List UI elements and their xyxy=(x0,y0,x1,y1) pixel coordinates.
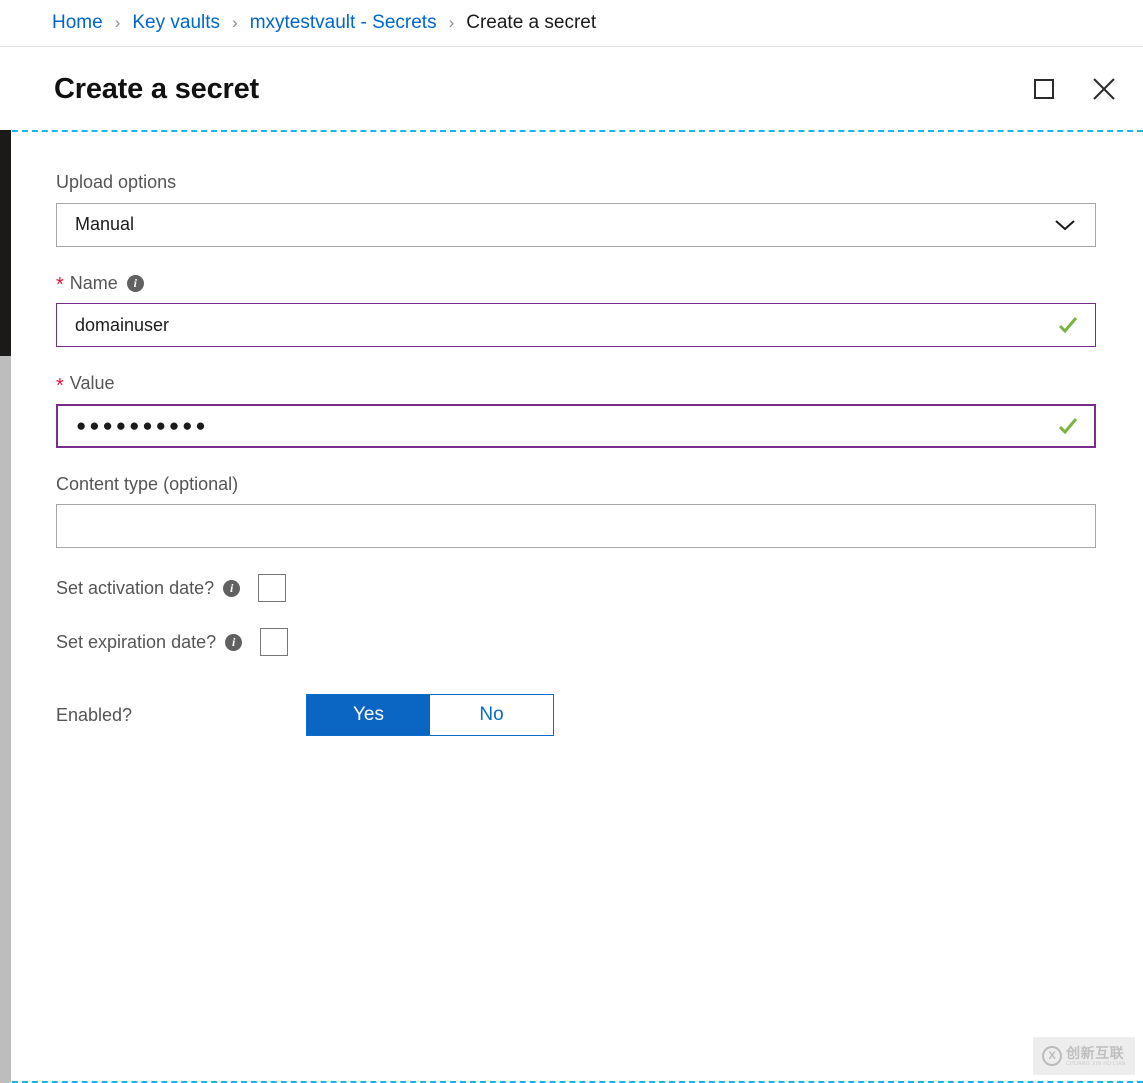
breadcrumb-separator: › xyxy=(448,13,455,32)
breadcrumb-item-key-vaults[interactable]: Key vaults xyxy=(132,12,220,34)
field-content-type: Content type (optional) xyxy=(56,474,1096,549)
required-indicator: * xyxy=(56,374,64,397)
name-input-wrap xyxy=(56,303,1096,348)
breadcrumb-item-current: Create a secret xyxy=(466,12,597,33)
page-title: Create a secret xyxy=(54,72,259,105)
value-input[interactable] xyxy=(56,403,1096,448)
breadcrumb-item-mxytestvault-secrets[interactable]: mxytestvault - Secrets xyxy=(250,12,437,34)
blade-header-actions xyxy=(1027,72,1121,106)
watermark-text-cn: 创新互联 xyxy=(1066,1044,1125,1061)
breadcrumb-item-home[interactable]: Home xyxy=(52,12,103,34)
set-expiration-date-label: Set expiration date? i xyxy=(56,631,243,653)
maximize-icon xyxy=(1034,79,1054,99)
maximize-button[interactable] xyxy=(1027,72,1061,106)
set-expiration-date-checkbox[interactable] xyxy=(260,628,289,657)
vertical-scrollbar[interactable] xyxy=(0,356,11,1083)
content-type-input-wrap xyxy=(56,504,1096,549)
required-indicator: * xyxy=(56,274,64,297)
info-icon[interactable]: i xyxy=(126,274,144,292)
close-button[interactable] xyxy=(1087,72,1121,106)
blade-header: Create a secret xyxy=(0,46,1143,131)
row-set-activation-date: Set activation date? i xyxy=(56,574,1095,603)
enabled-toggle-group: Yes No xyxy=(306,694,554,737)
field-value: * Value xyxy=(56,373,1096,448)
enabled-toggle-no[interactable]: No xyxy=(430,695,553,736)
name-label: * Name i xyxy=(56,273,1095,295)
content-type-label-text: Content type (optional) xyxy=(56,473,239,494)
field-upload-options: Upload options Manual xyxy=(56,172,1096,247)
name-label-text: Name xyxy=(69,272,118,293)
close-icon xyxy=(1093,78,1115,100)
upload-options-label: Upload options xyxy=(56,172,1095,194)
enabled-label: Enabled? xyxy=(56,704,133,725)
breadcrumb-separator: › xyxy=(114,13,121,32)
breadcrumb: Home › Key vaults › mxytestvault - Secre… xyxy=(0,0,1143,46)
upload-options-select-wrap: Manual xyxy=(56,202,1096,247)
upload-options-select[interactable]: Manual xyxy=(56,202,1096,247)
upload-options-label-text: Upload options xyxy=(56,172,177,192)
watermark-text: 创新互联 CHUANG XIN HU LIAN xyxy=(1066,1046,1126,1067)
row-set-expiration-date: Set expiration date? i xyxy=(56,628,1095,657)
watermark-logo-icon: X xyxy=(1042,1046,1063,1066)
blade-left-rail xyxy=(0,130,11,356)
set-expiration-date-label-text: Set expiration date? xyxy=(56,631,217,652)
value-label-text: Value xyxy=(69,373,115,394)
content-type-input[interactable] xyxy=(56,504,1096,549)
create-secret-form: Upload options Manual * Name i domainuse… xyxy=(2,130,1143,1083)
upload-options-value: Manual xyxy=(75,214,135,235)
row-enabled: Enabled? Yes No xyxy=(56,694,1095,737)
name-input[interactable] xyxy=(56,303,1096,348)
info-icon[interactable]: i xyxy=(223,579,241,597)
breadcrumb-separator: › xyxy=(232,13,238,32)
value-input-wrap xyxy=(56,403,1096,448)
content-type-label: Content type (optional) xyxy=(56,474,1095,496)
set-activation-date-label-text: Set activation date? xyxy=(56,577,215,598)
watermark: X 创新互联 CHUANG XIN HU LIAN xyxy=(1033,1037,1135,1075)
field-name: * Name i xyxy=(56,273,1096,348)
enabled-toggle-yes[interactable]: Yes xyxy=(307,695,430,736)
info-icon[interactable]: i xyxy=(225,633,243,651)
set-activation-date-checkbox[interactable] xyxy=(258,574,287,603)
watermark-text-en: CHUANG XIN HU LIAN xyxy=(1066,1060,1126,1067)
value-label: * Value xyxy=(56,373,1095,397)
set-activation-date-label: Set activation date? i xyxy=(56,577,241,599)
